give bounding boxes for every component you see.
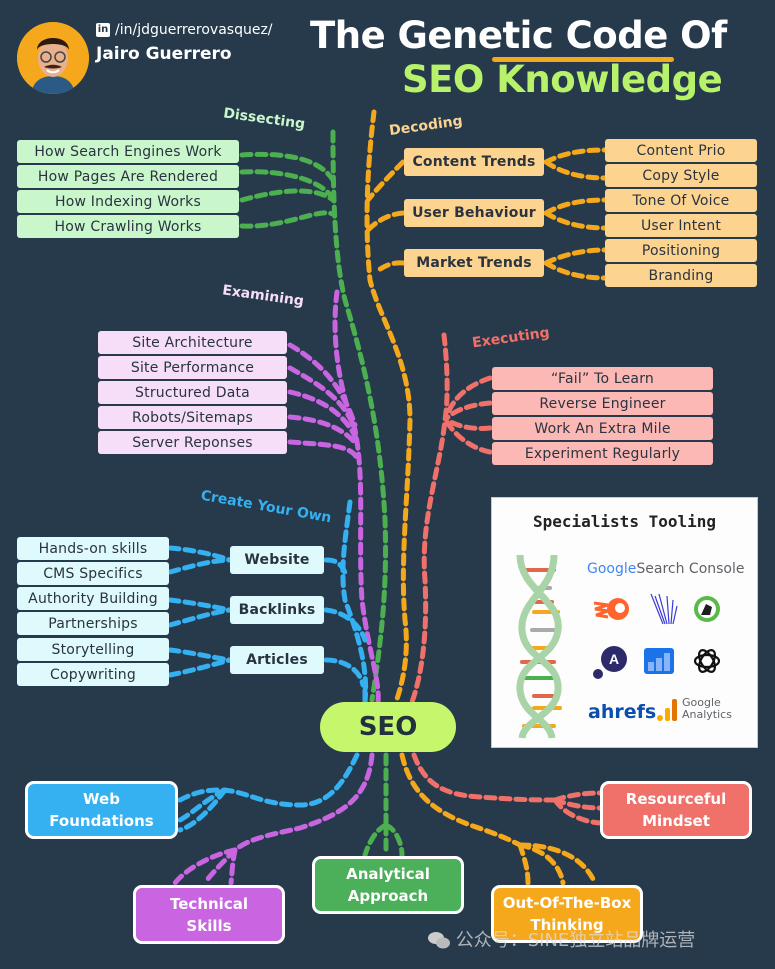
watermark: 公众号：SINE独立站品牌运营 bbox=[428, 926, 695, 952]
ahrefs-logo: ahrefs bbox=[588, 701, 657, 723]
list-item: Positioning bbox=[605, 239, 757, 262]
semrush-ai-logo-icon: A bbox=[593, 646, 627, 679]
google-search-console-logo: GoogleSearch Console bbox=[587, 561, 745, 577]
screaming-frog-logo-icon bbox=[694, 596, 720, 622]
root-technical-skills: Technical Skills bbox=[133, 885, 285, 944]
root-web-foundations: Web Foundations bbox=[25, 781, 178, 839]
list-item: Copy Style bbox=[605, 164, 757, 187]
list-item: Branding bbox=[605, 264, 757, 287]
bar-chart-logo-icon bbox=[644, 648, 674, 674]
chatgpt-logo-icon bbox=[693, 649, 721, 673]
list-item: How Crawling Works bbox=[17, 215, 239, 238]
list-item: Tone Of Voice bbox=[605, 189, 757, 212]
list-item: Reverse Engineer bbox=[492, 392, 713, 415]
list-item: Robots/Sitemaps bbox=[98, 406, 287, 429]
list-item: Partnerships bbox=[17, 612, 169, 635]
list-item: Storytelling bbox=[17, 638, 169, 661]
linkedin-handle: /in/jdguerrerovasquez/ bbox=[115, 22, 273, 38]
create-hub-backlinks: Backlinks bbox=[230, 596, 324, 624]
decoding-hub-content-trends: Content Trends bbox=[404, 148, 544, 176]
semrush-logo-icon bbox=[593, 598, 629, 620]
list-item: Hands-on skills bbox=[17, 537, 169, 560]
specialists-tooling-panel: Specialists Tooling GoogleSearch Console bbox=[491, 497, 758, 748]
list-item: How Pages Are Rendered bbox=[17, 165, 239, 188]
list-item: Server Reponses bbox=[98, 431, 287, 454]
linkedin-icon: in bbox=[96, 23, 110, 37]
list-item: Work An Extra Mile bbox=[492, 417, 713, 440]
list-item: Authority Building bbox=[17, 587, 169, 610]
page-title-line2: SEO Knowledge bbox=[402, 58, 723, 101]
root-analytical-approach: Analytical Approach bbox=[312, 856, 464, 914]
list-item: Copywriting bbox=[17, 663, 169, 686]
tooling-title: Specialists Tooling bbox=[532, 512, 717, 531]
google-analytics-logo-icon bbox=[657, 699, 677, 721]
list-item: User Intent bbox=[605, 214, 757, 237]
decoding-hub-user-behaviour: User Behaviour bbox=[404, 199, 544, 227]
dna-helix-icon bbox=[516, 554, 562, 739]
list-item: CMS Specifics bbox=[17, 562, 169, 585]
google-analytics-label: Google Analytics bbox=[682, 696, 732, 721]
list-item: Site Architecture bbox=[98, 331, 287, 354]
list-item: Content Prio bbox=[605, 139, 757, 162]
list-item: Experiment Regularly bbox=[492, 442, 713, 465]
create-hub-articles: Articles bbox=[230, 646, 324, 674]
list-item: Site Performance bbox=[98, 356, 287, 379]
linkedin-profile-link[interactable]: in /in/jdguerrerovasquez/ bbox=[96, 22, 273, 38]
page-title-line1: The Genetic Code Of bbox=[310, 14, 727, 57]
list-item: How Indexing Works bbox=[17, 190, 239, 213]
wechat-icon bbox=[428, 931, 450, 949]
seo-center-node: SEO bbox=[320, 702, 456, 752]
decoding-hub-market-trends: Market Trends bbox=[404, 249, 544, 277]
svg-text:A: A bbox=[609, 651, 619, 667]
executing-trunk bbox=[409, 332, 450, 705]
list-item: Structured Data bbox=[98, 381, 287, 404]
list-item: “Fail” To Learn bbox=[492, 367, 713, 390]
create-hub-website: Website bbox=[230, 546, 324, 574]
root-resourceful-mindset: Resourceful Mindset bbox=[600, 781, 752, 839]
list-item: How Search Engines Work bbox=[17, 140, 239, 163]
author-avatar bbox=[17, 22, 89, 94]
data-visualization-logo-icon bbox=[650, 593, 678, 625]
author-name: Jairo Guerrero bbox=[96, 44, 232, 64]
